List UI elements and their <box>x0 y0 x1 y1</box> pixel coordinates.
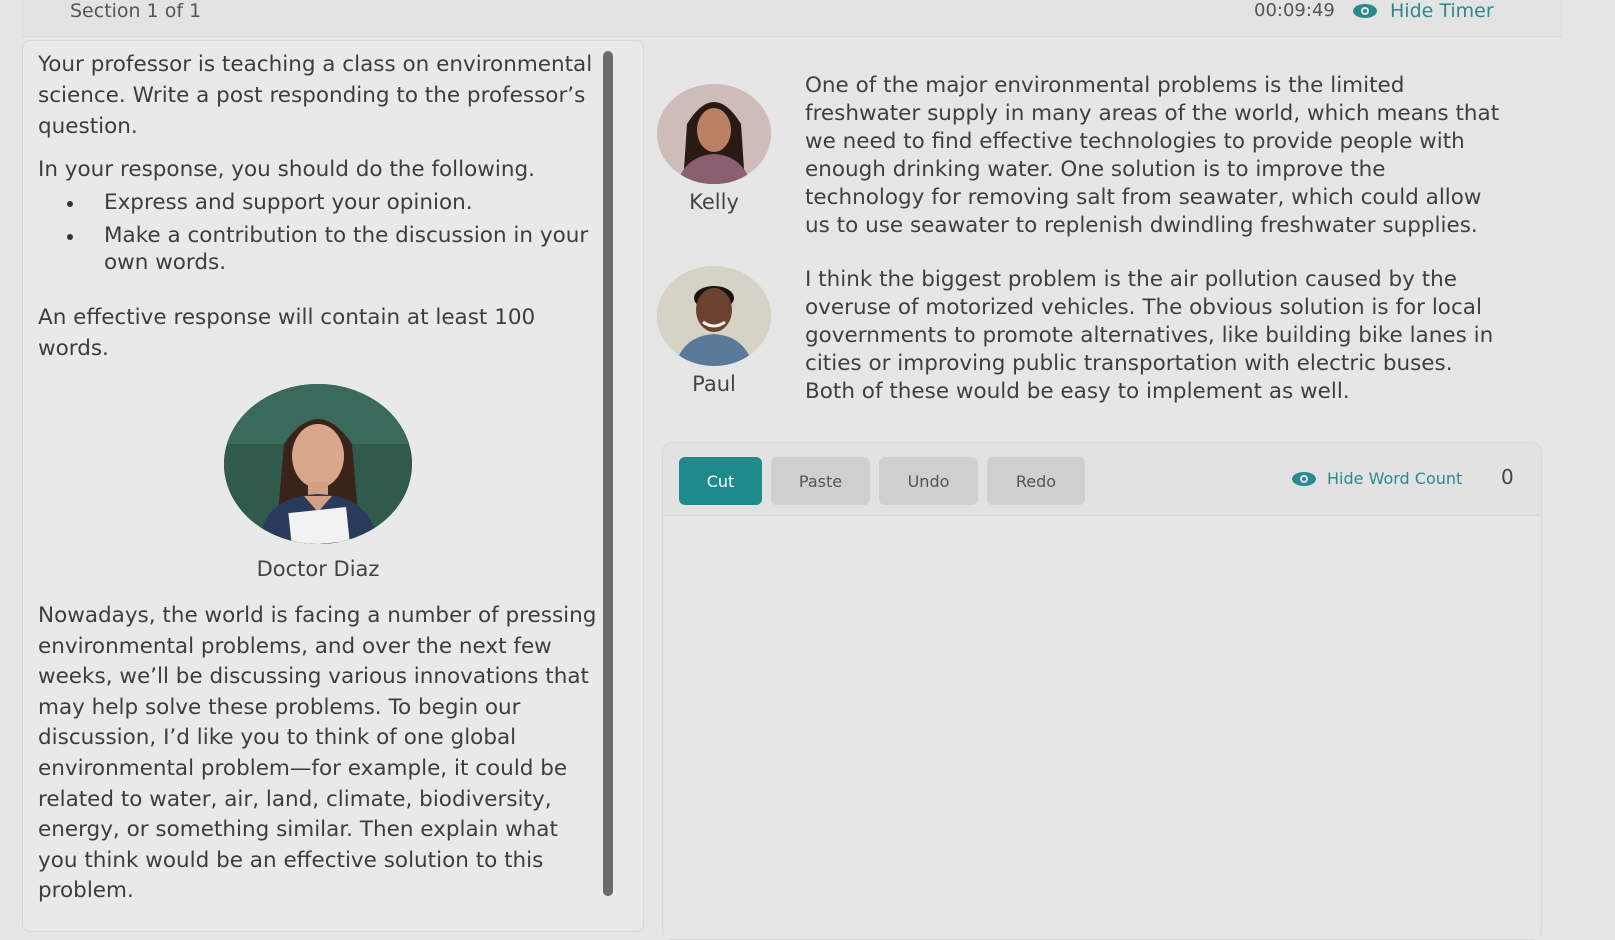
cut-button[interactable]: Cut <box>679 457 762 505</box>
kelly-name: Kelly <box>689 190 739 214</box>
hide-timer-button[interactable]: Hide Timer <box>1352 0 1494 22</box>
hide-word-count-button[interactable]: Hide Word Count <box>1291 469 1462 488</box>
instruction-bullet: Make a contribution to the discussion in… <box>67 222 598 276</box>
editor-toolbar: Cut Paste Undo Redo <box>679 457 1085 505</box>
prompt-scrollbar[interactable] <box>603 51 613 896</box>
paste-button[interactable]: Paste <box>771 457 870 505</box>
eye-icon <box>1353 4 1377 18</box>
prompt-content: Your professor is teaching a class on en… <box>38 49 598 919</box>
instruction-list: Express and support your opinion. Make a… <box>38 189 598 276</box>
professor-name: Doctor Diaz <box>256 557 380 581</box>
response-editor: Cut Paste Undo Redo Hide Word Count 0 <box>662 442 1542 940</box>
kelly-post-text: One of the major environmental problems … <box>805 73 1500 238</box>
undo-button[interactable]: Undo <box>879 457 978 505</box>
prompt-panel: Your professor is teaching a class on en… <box>22 40 644 932</box>
professor-block: Doctor Diaz <box>38 384 598 585</box>
paul-name: Paul <box>692 372 736 396</box>
response-textarea[interactable] <box>664 515 1540 939</box>
instruction-bullet: Express and support your opinion. <box>67 189 598 216</box>
professor-question: Nowadays, the world is facing a number o… <box>38 603 597 904</box>
timer-display: 00:09:49 <box>1254 0 1335 21</box>
professor-avatar <box>224 384 412 544</box>
top-bar: Section 1 of 1 00:09:49 Hide Timer <box>22 0 1562 37</box>
prompt-intro: Your professor is teaching a class on en… <box>38 52 593 139</box>
hide-word-count-label: Hide Word Count <box>1327 469 1463 488</box>
kelly-avatar <box>657 84 771 184</box>
redo-button[interactable]: Redo <box>987 457 1085 505</box>
section-indicator: Section 1 of 1 <box>70 0 202 22</box>
length-note: An effective response will contain at le… <box>38 305 536 361</box>
paul-post-text: I think the biggest problem is the air p… <box>805 267 1494 404</box>
prompt-instruction: In your response, you should do the foll… <box>38 157 535 182</box>
eye-icon <box>1292 471 1316 486</box>
hide-timer-label: Hide Timer <box>1390 0 1494 22</box>
paul-avatar <box>657 266 771 366</box>
word-count-value: 0 <box>1501 465 1514 489</box>
